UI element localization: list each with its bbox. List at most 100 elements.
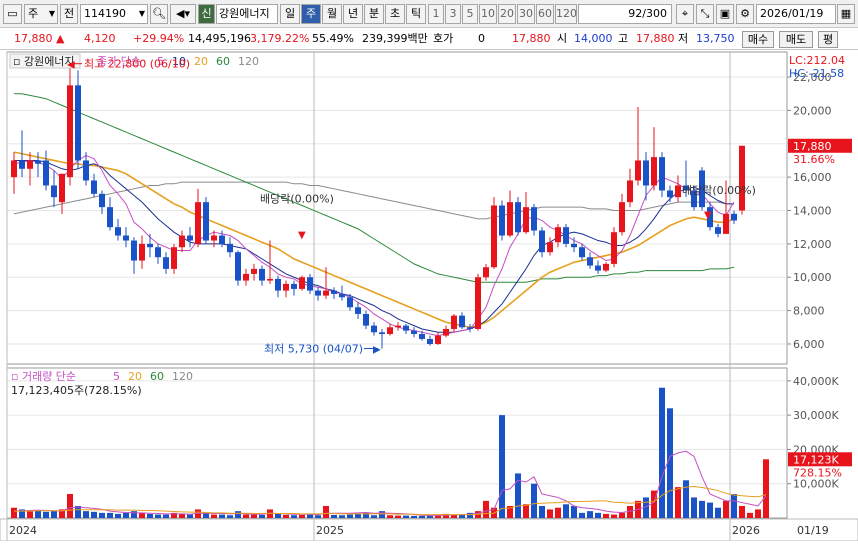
volume-bar bbox=[307, 514, 313, 518]
volume-bar bbox=[27, 511, 33, 518]
volume-bar bbox=[251, 514, 257, 518]
buy-button[interactable]: 매수 bbox=[742, 31, 774, 48]
candle-body bbox=[163, 257, 169, 269]
volume-bar bbox=[547, 509, 553, 518]
stock-chart[interactable]: 6,0008,00010,00012,00014,00016,00018,000… bbox=[0, 50, 858, 542]
candle-body bbox=[667, 190, 673, 198]
turnover-rate: 55.49% bbox=[312, 32, 354, 45]
eval-button[interactable]: 평 bbox=[818, 31, 838, 48]
candle-body bbox=[643, 160, 649, 186]
high-arrow-head: ◀ bbox=[67, 60, 75, 71]
candle-body bbox=[347, 297, 353, 308]
window-icon[interactable]: ▭ bbox=[3, 4, 22, 24]
speaker-icon[interactable]: ◀▾ bbox=[170, 4, 196, 24]
volume-bar bbox=[731, 494, 737, 518]
code-value: 114190 bbox=[84, 7, 126, 20]
candle-body bbox=[515, 202, 521, 233]
period-year-button[interactable]: 년 bbox=[343, 4, 363, 24]
candle-body bbox=[579, 247, 585, 258]
candle-body bbox=[627, 180, 633, 203]
price-value: 17,880 bbox=[14, 32, 53, 45]
current-price-tag-value: 17,880 bbox=[793, 140, 832, 153]
volume-bar bbox=[123, 512, 129, 518]
open-label: 시 bbox=[557, 32, 568, 45]
candle-body bbox=[11, 160, 17, 178]
period-second-button[interactable]: 초 bbox=[385, 4, 405, 24]
period-month-button[interactable]: 월 bbox=[322, 4, 342, 24]
market-label: 주 bbox=[28, 7, 39, 20]
code-input[interactable]: 114190 ▼ bbox=[80, 4, 148, 24]
volume-bar bbox=[411, 515, 417, 518]
new-badge[interactable]: 신 bbox=[198, 4, 215, 24]
market-select[interactable]: 주 ▼ bbox=[24, 4, 58, 24]
date-field[interactable]: 2026/01/19 bbox=[756, 4, 836, 24]
interval-button-10[interactable]: 10 bbox=[479, 4, 497, 24]
volume-bar bbox=[579, 512, 585, 518]
volume-legend-ma-60: 60 bbox=[150, 370, 164, 383]
volume-bar bbox=[299, 514, 305, 518]
candle-body bbox=[259, 268, 265, 281]
candle-body bbox=[483, 267, 489, 278]
interval-button-120[interactable]: 120 bbox=[555, 4, 577, 24]
volume-bar bbox=[187, 514, 193, 518]
arrows-icon[interactable]: ⤡ bbox=[696, 4, 714, 24]
gear-icon[interactable]: ⚙ bbox=[736, 4, 754, 24]
period-day-button[interactable]: 일 bbox=[280, 4, 300, 24]
period-minute-button[interactable]: 분 bbox=[364, 4, 384, 24]
period-tick-button[interactable]: 틱 bbox=[406, 4, 426, 24]
stock-name-field[interactable]: 강원에너지 bbox=[216, 4, 278, 24]
save-icon[interactable]: ▣ bbox=[716, 4, 734, 24]
search-icon[interactable]: 🔍︎ bbox=[150, 4, 168, 24]
sell-button[interactable]: 매도 bbox=[779, 31, 813, 48]
candle-body bbox=[379, 332, 385, 334]
calendar-icon[interactable]: ▦ bbox=[837, 4, 855, 24]
volume-tick-label: 10,000K bbox=[793, 478, 839, 491]
candle-body bbox=[451, 315, 457, 329]
candle-body bbox=[611, 232, 617, 264]
prev-button[interactable]: 전 bbox=[60, 4, 78, 24]
volume-legend-ma-20: 20 bbox=[128, 370, 142, 383]
candle-body bbox=[147, 243, 153, 248]
candle-body bbox=[115, 227, 121, 236]
interval-button-1[interactable]: 1 bbox=[428, 4, 444, 24]
chart-area[interactable]: 6,0008,00010,00012,00014,00016,00018,000… bbox=[0, 50, 858, 542]
price-tick-label: 16,000 bbox=[793, 171, 832, 184]
volume-bar bbox=[539, 506, 545, 518]
period-week-button[interactable]: 주 bbox=[301, 4, 321, 24]
volume-bar bbox=[339, 515, 345, 518]
candle-body bbox=[595, 265, 601, 271]
low-arrow-head: ▶ bbox=[373, 344, 381, 355]
candle-body bbox=[547, 242, 553, 253]
volume-bar bbox=[483, 500, 489, 518]
price-pane bbox=[6, 51, 788, 365]
candle-body bbox=[275, 278, 281, 291]
candle-body bbox=[315, 290, 321, 296]
candle-body bbox=[435, 335, 441, 344]
candle-body bbox=[403, 325, 409, 331]
quote-label: 호가 bbox=[433, 32, 454, 45]
interval-button-30[interactable]: 30 bbox=[517, 4, 535, 24]
candle-body bbox=[723, 213, 729, 234]
volume-legend-value: 17,123,405주(728.15%) bbox=[11, 384, 142, 397]
current-volume-tag-pct: 728.15% bbox=[793, 466, 842, 479]
volume-bar bbox=[11, 507, 17, 518]
candle-body bbox=[195, 202, 201, 244]
candle-body bbox=[411, 330, 417, 334]
volume-legend-ma-5: 5 bbox=[113, 370, 120, 383]
volume-bar bbox=[99, 512, 105, 518]
interval-button-3[interactable]: 3 bbox=[445, 4, 461, 24]
candle-body bbox=[603, 263, 609, 271]
current-price: 17,880 ▲ bbox=[14, 31, 64, 47]
quote-price: 17,880 bbox=[512, 32, 551, 45]
volume-bar bbox=[115, 513, 121, 518]
volume-legend-ma-120: 120 bbox=[172, 370, 193, 383]
candle-body bbox=[475, 277, 481, 329]
interval-button-60[interactable]: 60 bbox=[536, 4, 554, 24]
interval-button-5[interactable]: 5 bbox=[462, 4, 478, 24]
candle-body bbox=[219, 235, 225, 244]
count-field[interactable]: 92/300 bbox=[578, 4, 672, 24]
volume-bar bbox=[43, 511, 49, 518]
interval-button-20[interactable]: 20 bbox=[498, 4, 516, 24]
crosshair-icon[interactable]: ⌖ bbox=[676, 4, 694, 24]
candle-body bbox=[107, 207, 113, 228]
